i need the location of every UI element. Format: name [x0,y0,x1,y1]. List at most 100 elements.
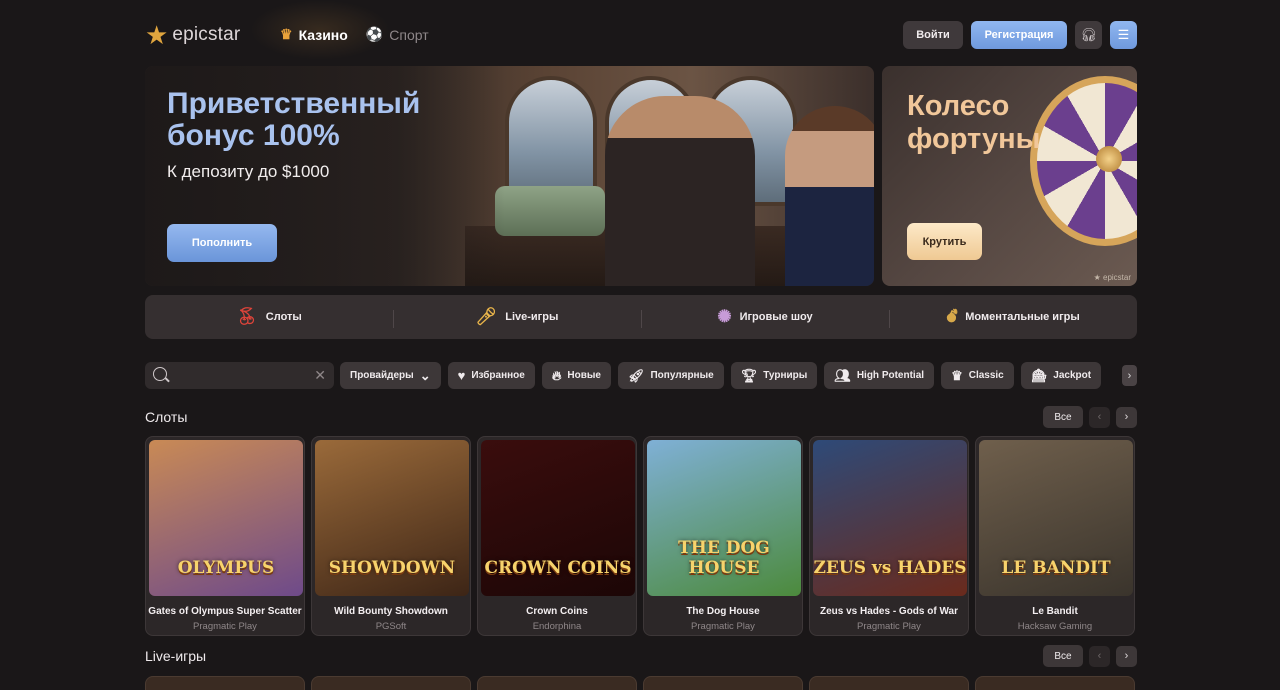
category-game-shows[interactable]: ✺ Игровые шоу [641,308,889,328]
game-thumbnail: CROWN COINS [481,440,635,596]
filters-scroll-right-button[interactable]: › [1122,365,1137,386]
live-game-card[interactable] [477,676,637,690]
game-name: Le Bandit [1032,606,1078,617]
filter-tournaments[interactable]: 🏆︎ Турниры [730,362,818,389]
filter-providers[interactable]: Провайдеры ⌄ [340,362,441,389]
category-instant-games[interactable]: 💣︎ Моментальные игры [889,307,1137,328]
game-card[interactable]: SHOWDOWN Wild Bounty Showdown PGSoft [311,436,471,636]
live-section-controls: Все ‹ › [1043,645,1137,667]
support-button[interactable]: 🎧︎ [1075,21,1102,49]
nav-casino-label: Казино [298,26,348,43]
game-name: The Dog House [686,606,760,617]
banner-title: Приветственный бонус 100% [167,88,420,152]
chevron-right-icon: › [1127,369,1132,382]
chevron-right-icon: › [1124,650,1129,662]
filter-jackpot-label: Jackpot [1053,370,1092,381]
filter-popular[interactable]: 🚀︎ Популярные [617,362,724,389]
banner-watermark: ★ epicstar [1093,273,1131,282]
game-thumbnail: LE BANDIT [979,440,1133,596]
filter-chips: Провайдеры ⌄ ♥ Избранное 🔥︎ Новые 🚀︎ Поп… [340,362,1137,389]
menu-icon: ☰ [1117,27,1130,42]
category-slots[interactable]: 🍒︎ Слоты [145,308,393,326]
category-live-games[interactable]: 🎤︎ Live-игры [393,308,641,328]
filter-popular-label: Популярные [650,370,714,381]
menu-button[interactable]: ☰ [1110,21,1137,49]
nav-sport[interactable]: ⚽ Спорт [366,26,429,43]
nav-casino[interactable]: ♛ Казино [280,26,348,43]
live-game-list [145,676,1135,690]
login-button[interactable]: Войти [903,21,963,49]
slots-view-all-button[interactable]: Все [1043,406,1083,428]
filter-new[interactable]: 🔥︎ Новые [541,362,611,389]
filter-high-potential[interactable]: 👥︎ High Potential [824,362,935,389]
spin-button[interactable]: Крутить [907,223,982,260]
live-game-card[interactable] [975,676,1135,690]
fortune-wheel-title: Колесо фортуны [907,90,1040,156]
slots-next-button[interactable]: › [1116,406,1137,428]
category-shows-label: Игровые шоу [739,311,813,323]
live-game-card[interactable] [145,676,305,690]
chevron-down-icon: ⌄ [419,367,431,383]
bomb-icon: 💣︎ [946,307,958,326]
live-next-button[interactable]: › [1116,645,1137,667]
banner-subtitle: К депозиту до $1000 [167,162,330,181]
chevron-left-icon: ‹ [1097,650,1102,662]
game-card[interactable]: THE DOG HOUSE The Dog House Pragmatic Pl… [643,436,803,636]
live-game-card[interactable] [311,676,471,690]
wheel-hub [1096,146,1122,172]
search-box: ✕ [145,362,334,389]
chevron-right-icon: › [1124,411,1129,423]
fortune-wheel-banner[interactable]: Колесо фортуны Крутить ★ epicstar [882,66,1137,286]
category-live-label: Live-игры [505,311,559,323]
game-art-title: SHOWDOWN [328,558,456,578]
game-name: Crown Coins [526,606,588,617]
live-game-card[interactable] [643,676,803,690]
banner-cash-stack-image [495,186,605,236]
live-section-title: Live-игры [145,648,207,664]
filter-jackpot[interactable]: 🎰︎ Jackpot [1020,362,1102,389]
game-card[interactable]: ZEUS vs HADES Zeus vs Hades - Gods of Wa… [809,436,969,636]
live-prev-button[interactable]: ‹ [1089,645,1110,667]
jackpot-icon: 🎰︎ [1030,367,1048,383]
slots-prev-button[interactable]: ‹ [1089,406,1110,428]
banner-man-image [605,96,755,286]
live-view-all-button[interactable]: Все [1043,645,1083,667]
game-name: Wild Bounty Showdown [334,606,448,617]
search-input[interactable] [173,365,303,386]
live-game-card[interactable] [809,676,969,690]
game-card[interactable]: LE BANDIT Le Bandit Hacksaw Gaming [975,436,1135,636]
flame-icon: 🔥︎ [551,367,562,383]
logo[interactable]: ★ epicstar [145,20,241,50]
nav-sport-label: Спорт [389,26,429,43]
game-card[interactable]: CROWN COINS Crown Coins Endorphina [477,436,637,636]
game-art-title: CROWN COINS [484,558,632,578]
filter-classic-label: Classic [968,370,1004,381]
filter-providers-label: Провайдеры [350,370,414,381]
logo-text: epicstar [172,24,241,45]
register-button[interactable]: Регистрация [971,21,1067,49]
trophy-icon: 🏆︎ [740,367,758,383]
slots-game-list: OLYMPUS Gates of Olympus Super Scatter P… [145,436,1135,636]
category-bar: 🍒︎ Слоты 🎤︎ Live-игры ✺ Игровые шоу 💣︎ М… [145,295,1137,339]
banner-woman-image [785,106,874,286]
category-slots-label: Слоты [265,311,302,323]
welcome-bonus-banner[interactable]: Приветственный бонус 100% К депозиту до … [145,66,874,286]
game-thumbnail: SHOWDOWN [315,440,469,596]
game-card[interactable]: OLYMPUS Gates of Olympus Super Scatter P… [145,436,305,636]
filter-classic[interactable]: ♛ Classic [941,362,1014,389]
game-thumbnail: THE DOG HOUSE [647,440,801,596]
rocket-icon: 🚀︎ [627,367,645,383]
game-provider: Pragmatic Play [691,621,755,632]
search-icon [153,367,167,381]
deposit-button[interactable]: Пополнить [167,224,277,262]
clear-search-icon[interactable]: ✕ [314,367,326,383]
game-thumbnail: OLYMPUS [149,440,303,596]
filter-favorites[interactable]: ♥ Избранное [447,362,535,389]
star-icon: ★ [145,20,169,50]
game-art-title: ZEUS vs HADES [813,558,967,578]
crown-icon: ♛ [951,367,963,383]
header-actions: Войти Регистрация 🎧︎ ☰ [903,21,1137,49]
banner-title-line1: Приветственный [167,87,421,120]
game-provider: Pragmatic Play [857,621,921,632]
header: ★ epicstar ♛ Казино ⚽ Спорт Войти Регист… [145,18,1137,52]
